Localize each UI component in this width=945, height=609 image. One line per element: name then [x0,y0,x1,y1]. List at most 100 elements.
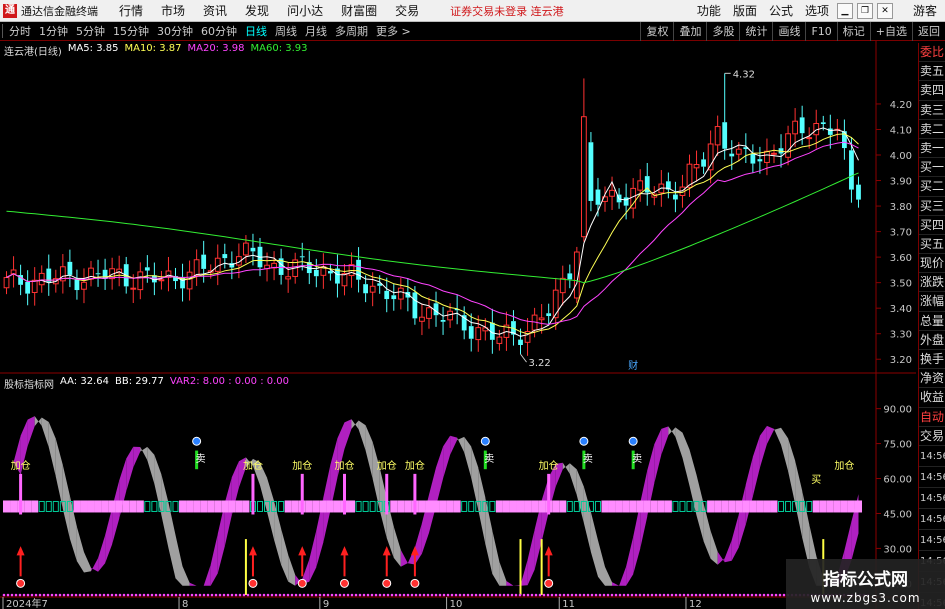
baseline-dot [558,593,562,597]
baseline-dot [738,593,742,597]
baseline-dot [570,593,574,597]
band-cell [819,500,827,513]
band-cell [3,500,11,513]
baseline-dot [82,593,86,597]
baseline-dot [258,593,262,597]
quote-field-label: 卖一 [919,139,945,159]
baseline-dot [762,593,766,597]
quote-field-label: 涨幅 [919,292,945,312]
baseline-dot [146,593,150,597]
candle-down [750,153,756,164]
candle-up [806,137,813,140]
sell-signal-label: 卖 [484,453,494,465]
band-cell [714,500,722,513]
candle-down [849,150,854,190]
ma60-label: MA60: 3.93 [250,43,308,54]
baseline-dot [62,593,66,597]
indicator-name-label[interactable]: 股标指标网 [4,376,54,391]
buy-signal-dot [544,578,554,588]
baseline-dot [282,593,286,597]
band-cell [136,500,144,513]
indicator-tick-label: 60.00 [883,475,912,486]
baseline-dot [726,593,730,597]
baseline-dot [562,593,566,597]
baseline-dot [2,593,6,597]
baseline-dot [286,593,290,597]
buy-signal-dot [339,578,349,588]
baseline-dot [310,593,314,597]
price-tick-label: 3.50 [890,279,912,290]
baseline-dot [674,593,678,597]
add-signal-label: 加仓 [11,459,31,472]
date-label: 2024年7 [6,597,48,609]
baseline-dot [542,593,546,597]
side-tab-label[interactable]: 交易 [919,427,945,446]
baseline-dot [778,593,782,597]
baseline-dot [98,593,102,597]
baseline-dot [470,593,474,597]
baseline-dot [438,593,442,597]
quote-field-label: 买三 [919,197,945,216]
baseline-dot [362,593,366,597]
baseline-dot [602,593,606,597]
tick-time-label: 14:56 [919,446,945,467]
band-cell [833,500,841,513]
buy-signal-dot [382,578,392,588]
baseline-dot [194,593,198,597]
candle-down [95,273,101,275]
band-cell [552,500,560,513]
band-cell [228,500,236,513]
buy-signal-dot [410,578,420,588]
band-cell [770,500,778,513]
kline-chart[interactable]: 4.20 4.10 4.00 3.90 3.80 3.70 3.60 3.50 3.40 3.30… [0,0,918,609]
band-cell [721,500,729,513]
band-cell [179,500,187,513]
baseline-dot [270,593,274,597]
tick-time-label: 14:56 [919,467,945,488]
band-cell [333,500,341,513]
baseline-dot [458,593,462,597]
baseline-dot [750,593,754,597]
baseline-dot [222,593,226,597]
baseline-dot [514,593,518,597]
baseline-dot [482,593,486,597]
baseline-dot [394,593,398,597]
baseline-dot [430,593,434,597]
bb-value-label: BB: 29.77 [114,376,164,387]
band-cell [735,500,743,513]
baseline-dot [654,593,658,597]
indicator-tick-label: 45.00 [883,509,912,520]
baseline-dot [686,593,690,597]
baseline-dot [226,593,230,597]
side-tab-label[interactable]: 自动 [919,408,945,427]
stock-name-label[interactable]: 连云港(日线) [4,43,62,58]
quote-field-label: 净资 [919,369,945,389]
baseline-dot [586,593,590,597]
band-cell [326,500,334,513]
add-signal-label: 加仓 [405,459,425,472]
candle-down [856,184,861,200]
baseline-dot [214,593,218,597]
baseline-dot [414,593,418,597]
band-cell [749,500,757,513]
baseline-dot [566,593,570,597]
baseline-dot [594,593,598,597]
event-marker-label: 财 [628,359,638,372]
band-cell [24,500,32,513]
baseline-dot [18,593,22,597]
baseline-dot [466,593,470,597]
baseline-dot [302,593,306,597]
baseline-dot [698,593,702,597]
baseline-dot [546,593,550,597]
band-cell [397,500,405,513]
band-cell [390,500,398,513]
quote-field-label: 卖三 [919,101,945,120]
baseline-dot [666,593,670,597]
band-cell [812,500,820,513]
band-cell [235,500,243,513]
band-cell [608,500,616,513]
sell-signal-dot [480,436,490,446]
price-tick-label: 3.40 [890,304,912,315]
baseline-dot [774,593,778,597]
band-cell [305,500,313,513]
